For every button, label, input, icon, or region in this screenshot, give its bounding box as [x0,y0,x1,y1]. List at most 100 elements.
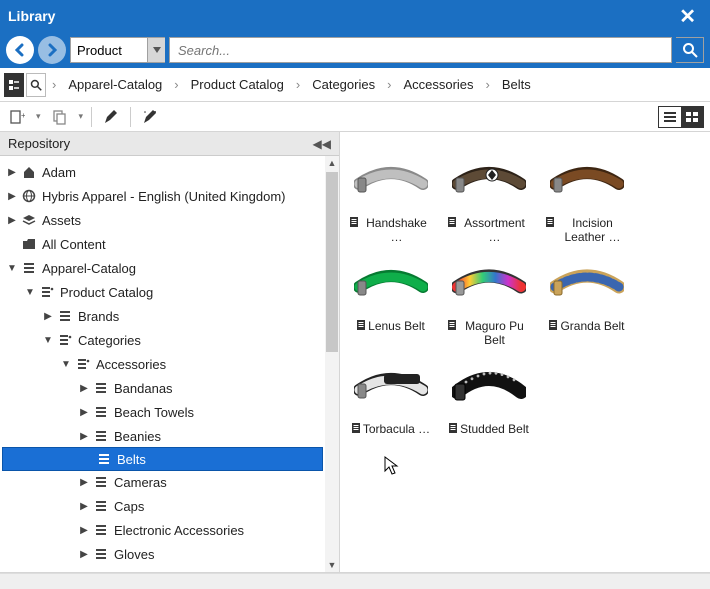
tree-row[interactable]: ▼Accessories [0,352,325,376]
twisty-collapsed-icon[interactable]: ▶ [6,191,18,202]
search-input[interactable] [170,43,671,58]
new-item-button[interactable]: + [6,106,28,128]
product-label: Incision Leather … [557,216,628,245]
item-type-icon [549,320,557,330]
product-label: Lenus Belt [368,319,425,333]
tree-row[interactable]: ▼Product Catalog [0,280,325,304]
chevron-right-icon: › [170,77,182,92]
tree-node-label: Categories [78,333,141,348]
magic-edit-button[interactable] [139,106,161,128]
twisty-collapsed-icon[interactable]: ▶ [78,525,90,536]
breadcrumb-4[interactable]: Belts [496,75,537,94]
tree-row[interactable]: ▶Headphones [0,566,325,572]
tree-row[interactable]: ▶Beanies [0,424,325,448]
tree-scrollbar[interactable]: ▲ ▼ [325,156,339,572]
breadcrumb-2[interactable]: Categories [306,75,381,94]
chevron-right-icon: › [482,77,494,92]
chevron-down-icon[interactable]: ▾ [36,111,41,122]
titlebar: Library ✕ [0,0,710,32]
tree-row[interactable]: ▶Brands [0,304,325,328]
product-card[interactable]: Lenus Belt [350,255,432,348]
twisty-collapsed-icon[interactable]: ▶ [78,431,90,442]
divider [130,107,131,127]
product-card[interactable]: Studded Belt [448,358,530,436]
twisty-collapsed-icon[interactable]: ▶ [6,215,18,226]
product-card[interactable]: Maguro Pu Belt [448,255,530,348]
twisty-expanded-icon[interactable]: ▼ [6,263,18,274]
item-type-icon [449,423,457,433]
home-icon [20,165,38,179]
product-card[interactable]: Assortment… [448,152,530,245]
arrow-left-icon [13,43,27,57]
pencil-icon [103,109,119,125]
back-button[interactable] [6,36,34,64]
tree-row[interactable]: ▶Beach Towels [0,400,325,424]
tree-row[interactable]: ▶Hybris Apparel - English (United Kingdo… [0,184,325,208]
breadcrumb-1[interactable]: Product Catalog [185,75,290,94]
tree-row[interactable]: ▶ Gloves [0,542,325,566]
edit-button[interactable] [100,106,122,128]
twisty-collapsed-icon[interactable]: ▶ [78,383,90,394]
product-grid: Handshake… Assortment… Incision Leather … L… [340,132,710,456]
close-icon[interactable]: ✕ [673,4,702,29]
tree-toggle-button[interactable] [4,73,24,97]
product-thumbnail [550,255,624,311]
type-select[interactable]: Product [70,37,165,63]
product-card[interactable]: Granda Belt [546,255,628,348]
tree-row[interactable]: ▶Cameras [0,470,325,494]
forward-button[interactable] [38,36,66,64]
search-field-wrap [169,37,672,63]
twisty-expanded-icon[interactable]: ▼ [60,359,72,370]
breadcrumb-3[interactable]: Accessories [397,75,479,94]
list-dot-icon [56,333,74,347]
twisty-collapsed-icon[interactable]: ▶ [42,311,54,322]
chevron-down-icon[interactable]: ▾ [79,111,84,122]
tree-header: Repository ◀◀ [0,132,339,156]
copy-icon [52,109,68,125]
tree-row[interactable]: ▼ Categories [0,328,325,352]
product-label: Handshake… [361,216,432,245]
tree-body: ▶Adam▶Hybris Apparel - English (United K… [0,156,339,572]
lines-icon [56,309,74,323]
scroll-thumb[interactable] [326,172,338,352]
scroll-up-icon[interactable]: ▲ [328,156,337,170]
tree-row[interactable]: ▶Assets [0,208,325,232]
tree-row[interactable]: ▶Adam [0,160,325,184]
twisty-collapsed-icon[interactable]: ▶ [78,549,90,560]
chevron-down-icon [147,38,165,62]
twisty-collapsed-icon[interactable]: ▶ [6,167,18,178]
path-search-button[interactable] [26,73,46,97]
search-button[interactable] [676,37,704,63]
twisty-collapsed-icon[interactable]: ▶ [78,407,90,418]
tree-row[interactable]: Belts [2,447,323,471]
twisty-expanded-icon[interactable]: ▼ [24,287,36,298]
tree-icon [8,79,20,91]
product-card[interactable]: Torbacula … [350,358,432,436]
scroll-down-icon[interactable]: ▼ [328,558,337,572]
lines-icon [92,405,110,419]
grid-icon [685,111,699,123]
collapse-panel-icon[interactable]: ◀◀ [313,137,331,151]
tree-node-label: All Content [42,237,106,252]
list-view-button[interactable] [659,107,681,127]
twisty-collapsed-icon[interactable]: ▶ [78,477,90,488]
lines-icon [92,381,110,395]
tree-node-label: Gloves [114,547,154,562]
tree-row[interactable]: ▶Caps [0,494,325,518]
copy-button[interactable] [49,106,71,128]
status-bar [0,573,710,589]
lines-icon [92,475,110,489]
product-thumbnail [452,358,526,414]
tree-row[interactable]: ▶Electronic Accessories [0,518,325,542]
product-card[interactable]: Handshake… [350,152,432,245]
grid-view-button[interactable] [681,107,703,127]
twisty-collapsed-icon[interactable]: ▶ [78,501,90,512]
breadcrumb-0[interactable]: Apparel-Catalog [62,75,168,94]
lines-icon [92,523,110,537]
tree-row[interactable]: ▼Apparel-Catalog [0,256,325,280]
product-card[interactable]: Incision Leather … [546,152,628,245]
tree-row[interactable]: ▶Bandanas [0,376,325,400]
twisty-expanded-icon[interactable]: ▼ [42,335,54,346]
tree-row[interactable]: All Content [0,232,325,256]
product-thumbnail [354,358,428,414]
